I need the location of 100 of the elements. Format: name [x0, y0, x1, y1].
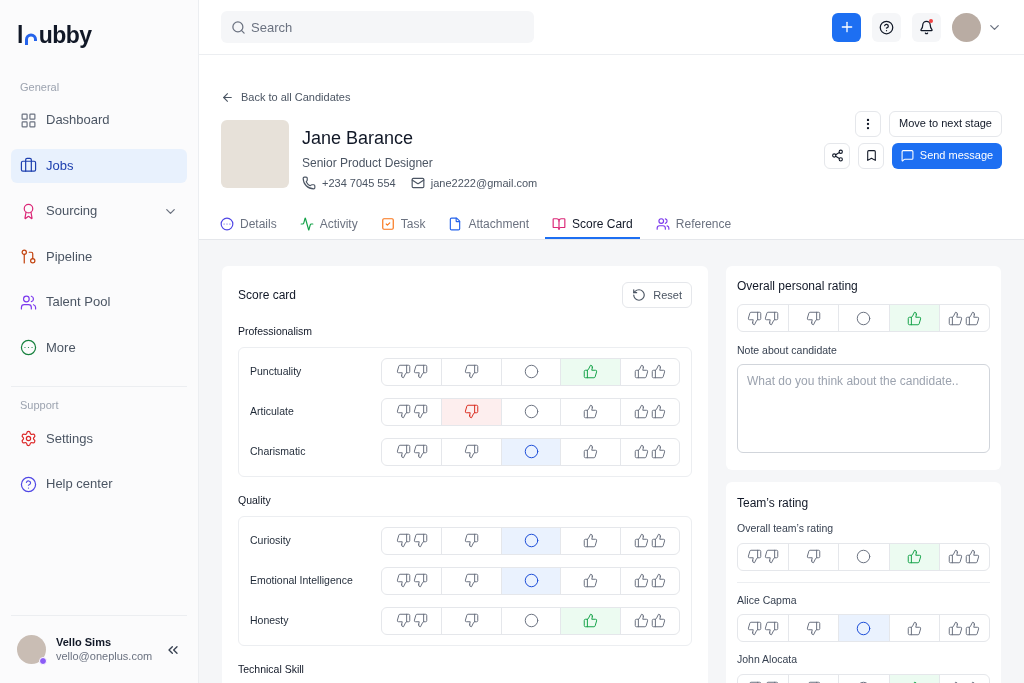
field-label: Note about candidate	[737, 343, 838, 358]
next-stage-button[interactable]: Move to next stage	[889, 110, 1002, 137]
circle-icon	[856, 549, 872, 564]
candidate-role: Senior Product Designer	[302, 154, 434, 172]
double-thumbs-down-icon	[395, 573, 428, 588]
pipeline-icon	[20, 248, 37, 265]
help-button[interactable]	[872, 12, 901, 42]
member-name: John Alocata	[737, 652, 799, 668]
thumbs-up-icon	[582, 533, 598, 548]
circle-icon	[523, 364, 539, 380]
candidate-email: jane2222@gmail.com	[430, 175, 538, 191]
search-field[interactable]: Search	[221, 11, 534, 43]
nav-item[interactable]: Help center	[11, 467, 187, 501]
circle-icon	[523, 404, 539, 420]
thumbs-down-icon	[806, 620, 822, 636]
double-thumbs-up-icon	[948, 620, 981, 636]
add-button[interactable]	[832, 12, 861, 42]
double-thumbs-up-icon	[948, 310, 981, 326]
mail-icon	[410, 175, 425, 190]
users-icon	[20, 293, 37, 311]
arrow-left-icon	[221, 90, 234, 104]
circle-icon	[856, 620, 872, 636]
tab[interactable]: Reference	[648, 210, 739, 239]
rating-option[interactable]	[888, 305, 939, 331]
thumbs-down-icon	[806, 310, 822, 326]
thumbs-down-icon	[464, 364, 480, 380]
group-title: Quality	[238, 492, 272, 508]
nav-item[interactable]: Settings	[11, 421, 187, 456]
briefcase-icon	[20, 157, 37, 174]
double-thumbs-down-icon	[395, 533, 428, 548]
rating-option[interactable]	[838, 615, 889, 642]
thumbs-up-icon	[582, 404, 598, 420]
book-icon	[552, 216, 567, 231]
candidate-name: Jane Barance	[302, 126, 415, 150]
thumbs-up-icon	[906, 549, 922, 564]
criteria-label: Honesty	[250, 612, 289, 628]
bookmark-button[interactable]	[858, 142, 884, 169]
criteria-label: Charismatic	[250, 443, 306, 459]
thumbs-up-icon	[906, 620, 922, 636]
phone-icon	[302, 175, 316, 190]
avatar-placeholder	[952, 12, 981, 42]
notifications-button[interactable]	[912, 12, 941, 42]
reset-icon	[632, 288, 647, 302]
rating-option[interactable]	[560, 358, 620, 385]
circle-icon	[856, 310, 872, 326]
criteria-label: Punctuality	[250, 363, 302, 379]
section-title: General	[20, 79, 61, 95]
logo: l ubby	[17, 21, 92, 50]
double-thumbs-down-icon	[395, 444, 428, 460]
member-name: Alice Capma	[737, 592, 798, 608]
double-thumbs-up-icon	[633, 613, 666, 628]
share-button[interactable]	[824, 142, 850, 169]
tab[interactable]: Attachment	[441, 210, 537, 239]
dots-circle-icon	[220, 216, 234, 231]
rating-option[interactable]	[500, 438, 561, 465]
share-icon	[830, 149, 844, 162]
nav-item[interactable]: Sourcing	[11, 194, 187, 228]
rating-option[interactable]	[500, 527, 561, 554]
file-icon	[448, 216, 463, 231]
rating-option[interactable]	[500, 567, 561, 594]
thumbs-up-icon	[582, 444, 598, 460]
nav-item[interactable]: Talent Pool	[11, 285, 187, 319]
grid-icon	[20, 111, 37, 129]
thumbs-up-icon	[582, 364, 598, 380]
rating-option[interactable]	[888, 543, 939, 570]
reset-button[interactable]: Reset	[622, 282, 692, 308]
panel-title: Team’s rating	[737, 494, 810, 512]
send-message-button[interactable]: Send message	[892, 142, 1002, 169]
tab[interactable]: Task	[373, 210, 433, 239]
double-thumbs-up-icon	[948, 549, 981, 564]
nav-item[interactable]: Dashboard	[11, 103, 187, 137]
double-thumbs-down-icon	[747, 310, 780, 326]
nav-item[interactable]: More	[11, 330, 187, 365]
note-field[interactable]: What do you think about the candidate..	[737, 363, 990, 453]
panel-title: Overall personal rating	[737, 278, 859, 295]
nav-item[interactable]: Pipeline	[11, 239, 187, 274]
settings-icon	[20, 430, 37, 447]
tab[interactable]: Details	[213, 210, 284, 239]
panel-title: Score card	[238, 287, 297, 304]
thumbs-up-icon	[582, 613, 598, 628]
rating-option[interactable]	[560, 607, 620, 634]
double-thumbs-up-icon	[633, 533, 666, 548]
circle-icon	[523, 533, 539, 548]
back-link[interactable]: Back to all Candidates	[221, 89, 351, 106]
bell-icon	[919, 19, 934, 35]
message-icon	[900, 149, 914, 162]
search-icon	[231, 19, 246, 35]
thumbs-down-icon	[464, 404, 480, 420]
help-icon	[20, 475, 37, 493]
nav-item[interactable]: Jobs	[11, 148, 187, 183]
tab[interactable]: Activity	[292, 210, 365, 239]
thumbs-down-icon	[806, 549, 822, 564]
circle-icon	[523, 444, 539, 460]
double-thumbs-down-icon	[395, 613, 428, 628]
double-thumbs-up-icon	[633, 573, 666, 588]
field-label: Overall team’s rating	[737, 520, 835, 536]
rating-option[interactable]	[441, 398, 501, 425]
circle-icon	[523, 613, 539, 628]
user-email: vello@oneplus.com	[56, 649, 154, 664]
thumbs-down-icon	[464, 613, 480, 628]
